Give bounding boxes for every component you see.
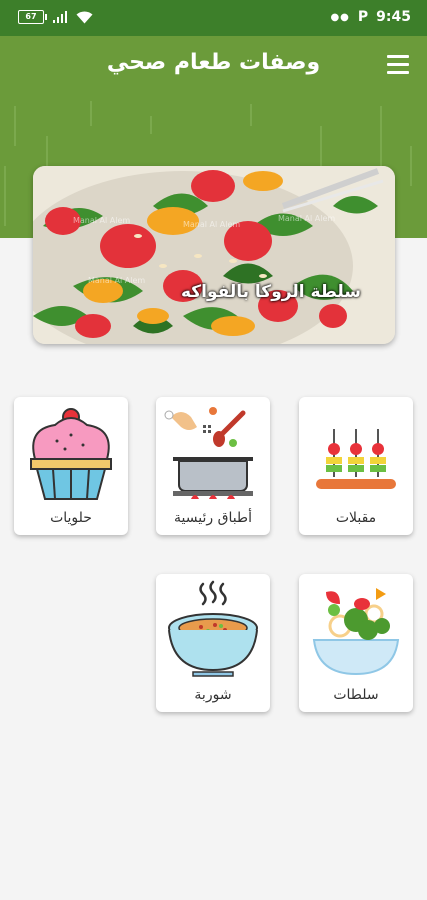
cell-signal-icon [53,10,67,23]
category-desserts[interactable]: حلويات [14,397,128,535]
category-label: شوربة [194,687,232,703]
category-label: سلطات [333,687,379,703]
watermark: Manal Al Alem [88,276,146,285]
category-label: حلويات [50,510,92,526]
cooking-pot-icon [164,407,253,499]
banner-caption: سلطة الروكا بالفواكه [180,282,361,302]
soup-bowl-icon [168,580,258,677]
dots-icon: ●● [330,11,350,23]
battery-icon: 67 [18,10,47,24]
category-main-dishes[interactable]: أطباق رئيسية [156,397,270,535]
category-appetizers[interactable]: مقبلات [299,397,413,535]
wifi-icon [76,11,93,23]
featured-recipe-banner[interactable]: Manal Al Alem Manal Al Alem Manal Al Ale… [33,166,395,344]
category-salads[interactable]: سلطات [299,574,413,712]
hamburger-menu-icon[interactable] [387,55,409,75]
status-bar: 67 ●● P 9:45 [0,0,427,36]
watermark: Manal Al Alem [73,216,131,225]
salad-bowl-icon [312,588,400,676]
watermark: Manal Al Alem [278,214,336,223]
clock: 9:45 [376,9,411,25]
category-label: أطباق رئيسية [174,510,252,526]
category-label: مقبلات [335,510,377,526]
notification-p-icon: P [357,9,369,25]
cupcake-icon [30,408,112,500]
salad-photo [33,166,395,344]
app-bar: وصفات طعام صحي [0,36,427,96]
skewers-icon [316,429,396,489]
category-soup[interactable]: شوربة [156,574,270,712]
page-title: وصفات طعام صحي [106,50,321,75]
battery-level: 67 [25,12,37,21]
watermark: Manal Al Alem [183,220,241,229]
